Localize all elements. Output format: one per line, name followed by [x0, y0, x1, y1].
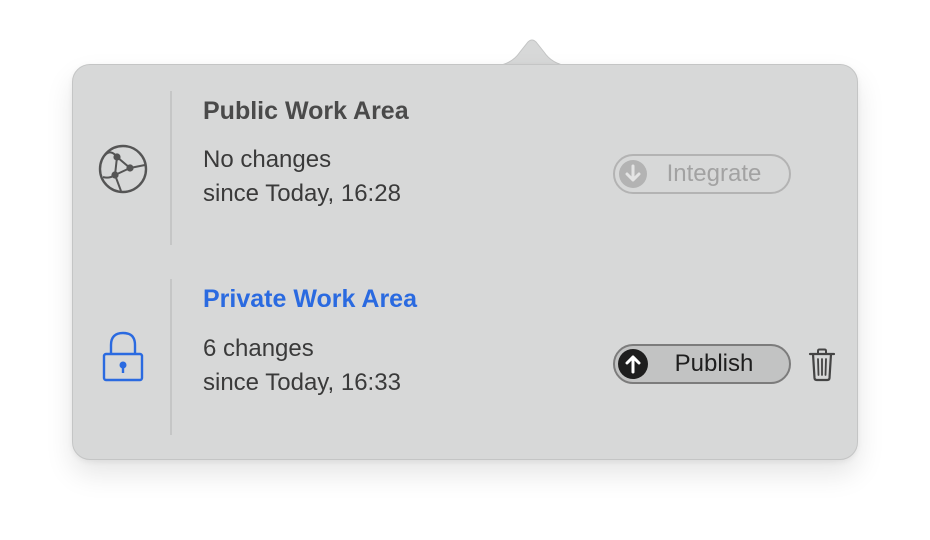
- private-area-status-since: since Today, 16:33: [203, 369, 401, 396]
- publish-label: Publish: [674, 350, 754, 377]
- arrow-down-circle-icon: [617, 158, 649, 190]
- trash-icon[interactable]: [806, 347, 838, 383]
- lock-icon: [97, 331, 149, 383]
- private-area-title[interactable]: Private Work Area: [203, 285, 417, 314]
- public-area-status-count: No changes: [203, 146, 332, 173]
- popover-stage: Public Work Area No changes since Today,…: [0, 0, 930, 540]
- private-area-status-count: 6 changes: [203, 335, 314, 362]
- public-area-status-since: since Today, 16:28: [203, 180, 401, 207]
- integrate-button[interactable]: Integrate: [613, 154, 791, 194]
- public-area-title: Public Work Area: [203, 97, 409, 125]
- popover-arrow: [496, 39, 568, 66]
- section-divider-private: [170, 279, 172, 435]
- work-area-popover: Public Work Area No changes since Today,…: [72, 64, 858, 460]
- network-globe-icon: [97, 143, 149, 195]
- publish-button[interactable]: Publish: [613, 344, 791, 384]
- section-divider-public: [170, 91, 172, 245]
- arrow-up-circle-icon: [617, 348, 649, 380]
- integrate-label: Integrate: [666, 160, 762, 187]
